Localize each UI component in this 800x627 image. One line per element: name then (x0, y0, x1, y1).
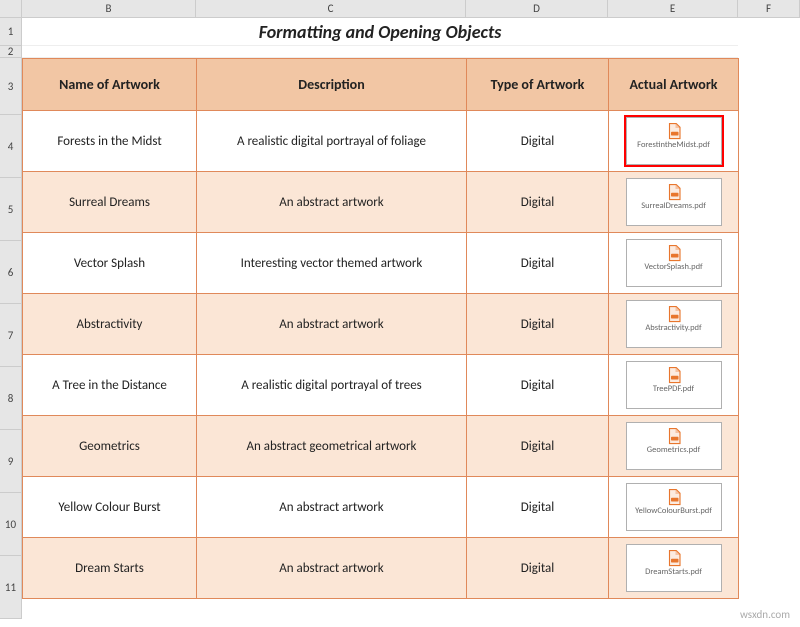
page-title: Formatting and Opening Objects (22, 18, 738, 46)
embedded-pdf-object[interactable]: Geometrics.pdf (626, 422, 722, 470)
table-row: Vector SplashInteresting vector themed a… (23, 233, 739, 294)
embedded-pdf-object[interactable]: VectorSplash.pdf (626, 239, 722, 287)
pdf-file-icon (665, 305, 683, 323)
artwork-type-cell[interactable]: Digital (467, 355, 609, 416)
pdf-filename-label: VectorSplash.pdf (627, 263, 721, 272)
artwork-name-cell[interactable]: Dream Starts (23, 538, 197, 599)
row-header-9[interactable]: 9 (0, 430, 22, 493)
artwork-description-cell[interactable]: An abstract artwork (197, 538, 467, 599)
artwork-type-cell[interactable]: Digital (467, 111, 609, 172)
table-row: Surreal DreamsAn abstract artworkDigital… (23, 172, 739, 233)
artwork-type-cell[interactable]: Digital (467, 294, 609, 355)
table-row: A Tree in the DistanceA realistic digita… (23, 355, 739, 416)
row-header-1[interactable]: 1 (0, 18, 22, 46)
row-header-4[interactable]: 4 (0, 115, 22, 178)
pdf-filename-label: DreamStarts.pdf (627, 568, 721, 577)
artwork-description-cell[interactable]: An abstract artwork (197, 294, 467, 355)
artwork-object-cell: DreamStarts.pdf (609, 538, 739, 599)
pdf-file-icon (665, 549, 683, 567)
artwork-name-cell[interactable]: Vector Splash (23, 233, 197, 294)
artwork-object-cell: Geometrics.pdf (609, 416, 739, 477)
pdf-file-icon (665, 488, 683, 506)
col-header-C[interactable]: C (196, 0, 466, 18)
row-header-2[interactable]: 2 (0, 46, 22, 58)
artwork-object-cell: SurrealDreams.pdf (609, 172, 739, 233)
artwork-name-cell[interactable]: Surreal Dreams (23, 172, 197, 233)
artwork-object-cell: ForestintheMidst.pdf (609, 111, 739, 172)
artwork-object-cell: Abstractivity.pdf (609, 294, 739, 355)
pdf-file-icon (665, 122, 683, 140)
spreadsheet: B C D E F 1 2 3 4 5 6 7 8 9 10 11 Format… (0, 0, 800, 627)
watermark: wsxdn.com (740, 608, 790, 621)
col-header-D[interactable]: D (466, 0, 608, 18)
embedded-pdf-object[interactable]: Abstractivity.pdf (626, 300, 722, 348)
artwork-description-cell[interactable]: A realistic digital portrayal of foliage (197, 111, 467, 172)
artwork-table: Name of Artwork Description Type of Artw… (22, 58, 739, 599)
artwork-type-cell[interactable]: Digital (467, 172, 609, 233)
table-row: Yellow Colour BurstAn abstract artworkDi… (23, 477, 739, 538)
embedded-pdf-object[interactable]: TreePDF.pdf (626, 361, 722, 409)
header-description: Description (197, 59, 467, 111)
embedded-pdf-object[interactable]: YellowColourBurst.pdf (626, 483, 722, 531)
header-actual: Actual Artwork (609, 59, 739, 111)
artwork-description-cell[interactable]: An abstract geometrical artwork (197, 416, 467, 477)
artwork-name-cell[interactable]: Abstractivity (23, 294, 197, 355)
col-header-F[interactable]: F (738, 0, 800, 18)
pdf-file-icon (665, 366, 683, 384)
pdf-file-icon (665, 183, 683, 201)
table-row: GeometricsAn abstract geometrical artwor… (23, 416, 739, 477)
row-header-3[interactable]: 3 (0, 58, 22, 115)
row-header-5[interactable]: 5 (0, 178, 22, 241)
artwork-type-cell[interactable]: Digital (467, 477, 609, 538)
pdf-filename-label: TreePDF.pdf (627, 385, 721, 394)
row-header-10[interactable]: 10 (0, 493, 22, 556)
embedded-pdf-object[interactable]: SurrealDreams.pdf (626, 178, 722, 226)
embedded-pdf-object[interactable]: DreamStarts.pdf (626, 544, 722, 592)
pdf-filename-label: SurrealDreams.pdf (627, 202, 721, 211)
artwork-object-cell: YellowColourBurst.pdf (609, 477, 739, 538)
pdf-filename-label: Abstractivity.pdf (627, 324, 721, 333)
pdf-filename-label: Geometrics.pdf (627, 446, 721, 455)
artwork-type-cell[interactable]: Digital (467, 233, 609, 294)
pdf-filename-label: ForestintheMidst.pdf (627, 141, 721, 150)
row-header-7[interactable]: 7 (0, 304, 22, 367)
table-row: AbstractivityAn abstract artworkDigital … (23, 294, 739, 355)
col-header-E[interactable]: E (608, 0, 738, 18)
artwork-name-cell[interactable]: Yellow Colour Burst (23, 477, 197, 538)
artwork-description-cell[interactable]: An abstract artwork (197, 477, 467, 538)
row-header-11[interactable]: 11 (0, 556, 22, 619)
artwork-type-cell[interactable]: Digital (467, 416, 609, 477)
embedded-pdf-object[interactable]: ForestintheMidst.pdf (626, 117, 722, 165)
artwork-object-cell: TreePDF.pdf (609, 355, 739, 416)
artwork-name-cell[interactable]: Geometrics (23, 416, 197, 477)
header-type: Type of Artwork (467, 59, 609, 111)
artwork-type-cell[interactable]: Digital (467, 538, 609, 599)
row-header-8[interactable]: 8 (0, 367, 22, 430)
header-name: Name of Artwork (23, 59, 197, 111)
artwork-description-cell[interactable]: A realistic digital portrayal of trees (197, 355, 467, 416)
worksheet-content: Formatting and Opening Objects Name of A… (22, 18, 738, 599)
artwork-name-cell[interactable]: Forests in the Midst (23, 111, 197, 172)
table-row: Forests in the MidstA realistic digital … (23, 111, 739, 172)
col-header-B[interactable]: B (22, 0, 196, 18)
blank-row (22, 46, 738, 58)
row-header-6[interactable]: 6 (0, 241, 22, 304)
artwork-description-cell[interactable]: An abstract artwork (197, 172, 467, 233)
artwork-name-cell[interactable]: A Tree in the Distance (23, 355, 197, 416)
col-header-corner[interactable] (0, 0, 22, 18)
pdf-file-icon (665, 427, 683, 445)
artwork-description-cell[interactable]: Interesting vector themed artwork (197, 233, 467, 294)
table-row: Dream StartsAn abstract artworkDigital D… (23, 538, 739, 599)
artwork-object-cell: VectorSplash.pdf (609, 233, 739, 294)
pdf-filename-label: YellowColourBurst.pdf (627, 507, 721, 516)
pdf-file-icon (665, 244, 683, 262)
